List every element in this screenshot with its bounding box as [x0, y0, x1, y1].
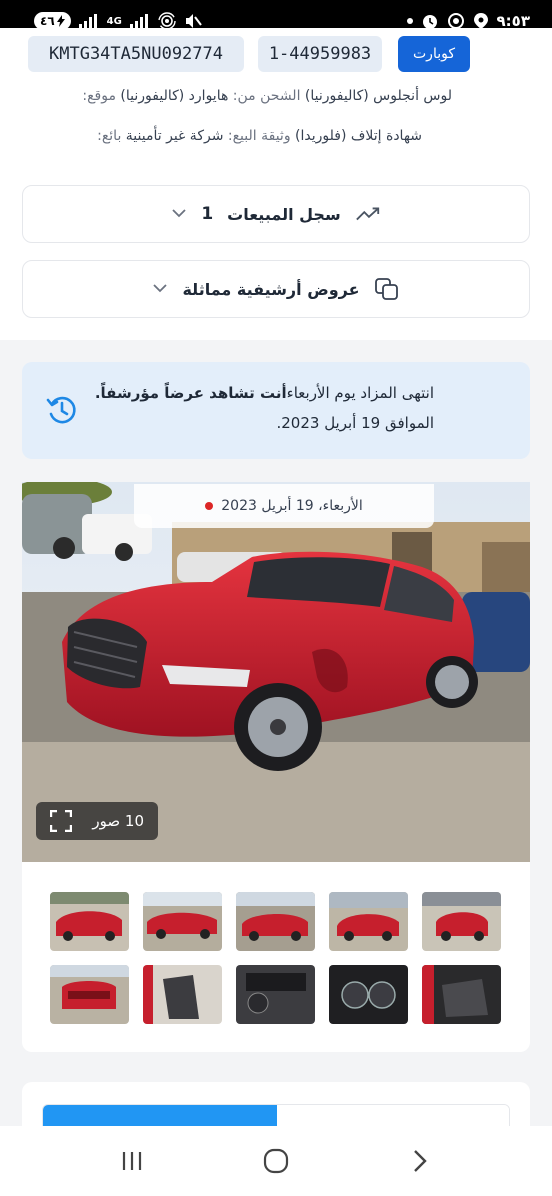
- thumbnail-6[interactable]: [422, 965, 501, 1024]
- copy-icon: [374, 278, 400, 300]
- location-value: لوس أنجلوس (كاليفورنيا): [304, 88, 452, 104]
- thumbnail-5[interactable]: [50, 892, 129, 951]
- thumbnail-1[interactable]: [422, 892, 501, 951]
- photo-count-button[interactable]: 10 صور: [36, 802, 158, 840]
- notice-line-2: الموافق 19 أبريل 2023.: [276, 414, 434, 432]
- auction-date: الأربعاء، 19 أبريل 2023: [221, 498, 363, 514]
- thumbnail-3[interactable]: [236, 892, 315, 951]
- shipping-value: هايوارد (كاليفورنيا): [120, 88, 229, 104]
- fullscreen-icon: [50, 810, 72, 832]
- sales-history-count: 1: [201, 204, 214, 224]
- navigation-bar: [0, 1126, 552, 1196]
- signal-icon: [78, 14, 97, 28]
- home-icon: [263, 1148, 289, 1174]
- thumbnail-8[interactable]: [236, 965, 315, 1024]
- thumbnail-9[interactable]: [143, 965, 222, 1024]
- chevron-down-icon: [171, 206, 187, 222]
- battery-level: ٤٦: [40, 14, 55, 28]
- live-dot: [205, 502, 214, 510]
- archive-content: انتهى المزاد يوم الأربعاءأنت تشاهد عرضاً…: [0, 340, 552, 1144]
- seller-label: بائع:: [97, 128, 122, 144]
- notification-dot: [406, 18, 413, 24]
- back-icon: [414, 1150, 427, 1172]
- lot-number-chip[interactable]: 1-44959983: [258, 36, 382, 72]
- lot-info-section: KMTG34TA5NU092774 1-44959983 كوبارت لوس …: [0, 28, 552, 340]
- sales-history-accordion[interactable]: سجل المبيعات 1: [22, 185, 530, 243]
- auction-date-pill: الأربعاء، 19 أبريل 2023: [134, 484, 434, 528]
- recent-apps-button[interactable]: [102, 1136, 162, 1186]
- main-photo[interactable]: الأربعاء، 19 أبريل 2023 10 صور: [22, 482, 530, 862]
- recent-apps-icon: [122, 1152, 142, 1170]
- document-line: شهادة إتلاف (فلوريدا) وثيقة البيع: شركة …: [97, 128, 422, 144]
- thumbnail-10[interactable]: [50, 965, 129, 1024]
- notice-auction-ended: انتهى المزاد يوم الأربعاء: [286, 384, 434, 402]
- thumbnail-7[interactable]: [329, 965, 408, 1024]
- notice-archived: أنت تشاهد عرضاً مؤرشفاً.: [94, 384, 287, 402]
- photo-count: 10 صور: [92, 812, 144, 830]
- mute-icon: [185, 14, 202, 28]
- trending-up-icon: [355, 204, 381, 224]
- copart-badge[interactable]: كوبارت: [398, 36, 470, 72]
- thumbnail-4[interactable]: [143, 892, 222, 951]
- thumbnail-2[interactable]: [329, 892, 408, 951]
- notice-line-1: انتهى المزاد يوم الأربعاءأنت تشاهد عرضاً…: [42, 378, 434, 408]
- similar-archive-accordion[interactable]: عروض أرشيفية مماثلة: [22, 260, 530, 318]
- archived-notice: انتهى المزاد يوم الأربعاءأنت تشاهد عرضاً…: [22, 362, 530, 459]
- chevron-down-icon: [152, 281, 168, 297]
- history-icon: [46, 396, 76, 424]
- home-button[interactable]: [246, 1136, 306, 1186]
- charging-icon: [56, 15, 65, 27]
- document-label: وثيقة البيع:: [227, 128, 291, 144]
- vin-chip[interactable]: KMTG34TA5NU092774: [28, 36, 244, 72]
- sales-history-title: سجل المبيعات: [227, 204, 341, 224]
- seller-value: شركة غير تأمينية: [125, 128, 224, 144]
- back-button[interactable]: [390, 1136, 450, 1186]
- shipping-label: الشحن من:: [232, 88, 301, 104]
- signal-icon-2: [129, 14, 148, 28]
- location-label: موقع:: [82, 88, 116, 104]
- document-value: شهادة إتلاف (فلوريدا): [295, 128, 422, 144]
- network-type: 4G: [106, 15, 122, 27]
- similar-archive-title: عروض أرشيفية مماثلة: [182, 279, 360, 299]
- location-line: لوس أنجلوس (كاليفورنيا) الشحن من: هايوار…: [82, 88, 452, 104]
- thumbnail-grid: [22, 862, 530, 1052]
